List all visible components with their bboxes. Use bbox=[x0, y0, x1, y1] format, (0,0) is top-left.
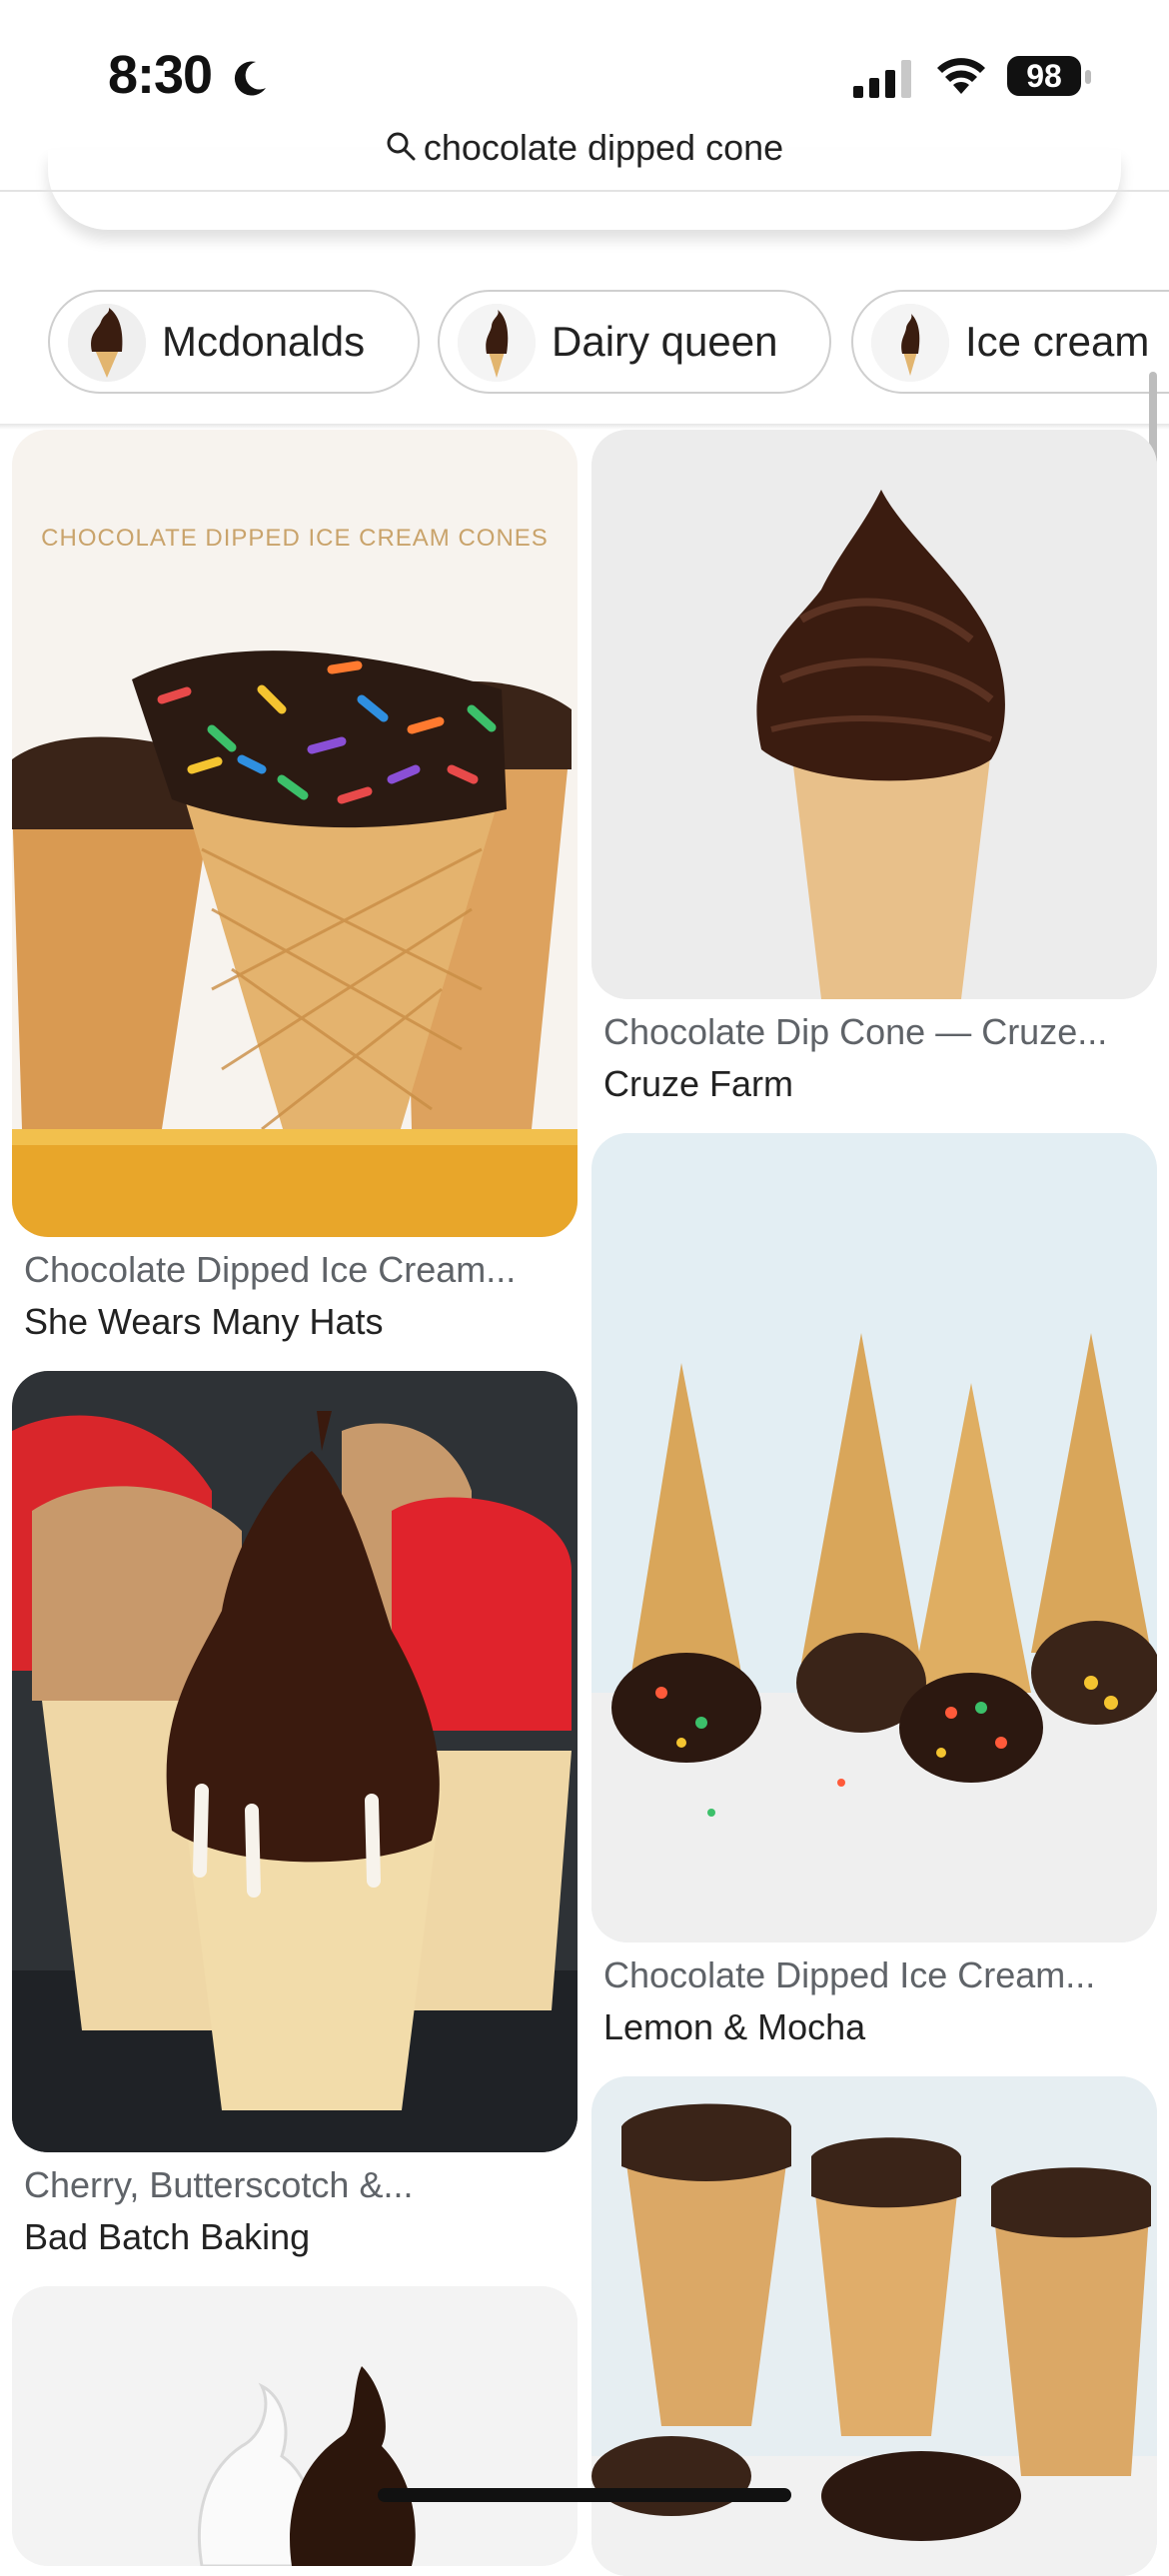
search-icon bbox=[387, 132, 416, 161]
battery-nub bbox=[1085, 70, 1091, 84]
pin-image-sprinkle-cones[interactable]: CHOCOLATE DIPPED ICE CREAM CONES bbox=[12, 430, 578, 1237]
header-divider bbox=[0, 190, 1169, 192]
chip-label: Dairy queen bbox=[552, 318, 778, 365]
pin-source[interactable]: Bad Batch Baking bbox=[24, 2216, 310, 2258]
chip-ice-cream[interactable]: Ice cream bbox=[851, 290, 1169, 394]
status-time: 8:30 bbox=[108, 45, 213, 105]
chip-dairy-queen[interactable]: Dairy queen bbox=[438, 290, 831, 394]
chip-thumbnail bbox=[871, 304, 949, 382]
pin-photo bbox=[591, 1133, 1157, 1942]
ice-cream-cone-icon bbox=[68, 304, 146, 382]
suggestion-chips: Mcdonalds Dairy queen Ice cream bbox=[0, 282, 1169, 402]
pin-source[interactable]: She Wears Many Hats bbox=[24, 1301, 383, 1343]
pin-photo bbox=[12, 2286, 578, 2566]
chip-thumbnail bbox=[68, 304, 146, 382]
pin-source[interactable]: Cruze Farm bbox=[603, 1063, 793, 1105]
pin-title[interactable]: Cherry, Butterscotch &... bbox=[24, 2164, 564, 2206]
chip-mcdonalds[interactable]: Mcdonalds bbox=[48, 290, 420, 394]
pin-photo: CHOCOLATE DIPPED ICE CREAM CONES bbox=[12, 430, 578, 1237]
pin-title[interactable]: Chocolate Dipped Ice Cream... bbox=[24, 1249, 564, 1291]
chip-thumbnail bbox=[458, 304, 536, 382]
pin-title[interactable]: Chocolate Dipped Ice Cream... bbox=[603, 1954, 1143, 1996]
pin-image-dipped-cones-row[interactable] bbox=[591, 1133, 1157, 1942]
pin-photo bbox=[591, 430, 1157, 999]
chip-label: Mcdonalds bbox=[162, 318, 366, 365]
pin-title[interactable]: Chocolate Dip Cone — Cruze... bbox=[603, 1011, 1143, 1053]
battery-indicator: 98 bbox=[1007, 56, 1091, 98]
pin-image-dipped-soft-serve[interactable] bbox=[12, 2286, 578, 2566]
pin-image-caption: CHOCOLATE DIPPED ICE CREAM CONES bbox=[41, 525, 549, 552]
moon-icon bbox=[234, 61, 266, 96]
search-bar[interactable]: chocolate dipped cone bbox=[0, 118, 1169, 190]
chip-label: Ice cream bbox=[965, 318, 1150, 365]
pin-source[interactable]: Lemon & Mocha bbox=[603, 2006, 865, 2048]
home-indicator[interactable] bbox=[378, 2488, 791, 2502]
battery-level: 98 bbox=[1007, 56, 1081, 96]
cellular-signal-icon bbox=[853, 60, 911, 98]
ice-cream-cone-icon bbox=[871, 304, 949, 382]
pin-photo bbox=[12, 1371, 578, 2152]
pin-image-dip-cone[interactable] bbox=[591, 430, 1157, 999]
ice-cream-cone-icon bbox=[458, 304, 536, 382]
search-query[interactable]: chocolate dipped cone bbox=[0, 118, 1169, 178]
wifi-icon bbox=[937, 58, 985, 94]
pin-image-cherry-butterscotch[interactable] bbox=[12, 1371, 578, 2152]
search-query-text: chocolate dipped cone bbox=[423, 127, 784, 168]
